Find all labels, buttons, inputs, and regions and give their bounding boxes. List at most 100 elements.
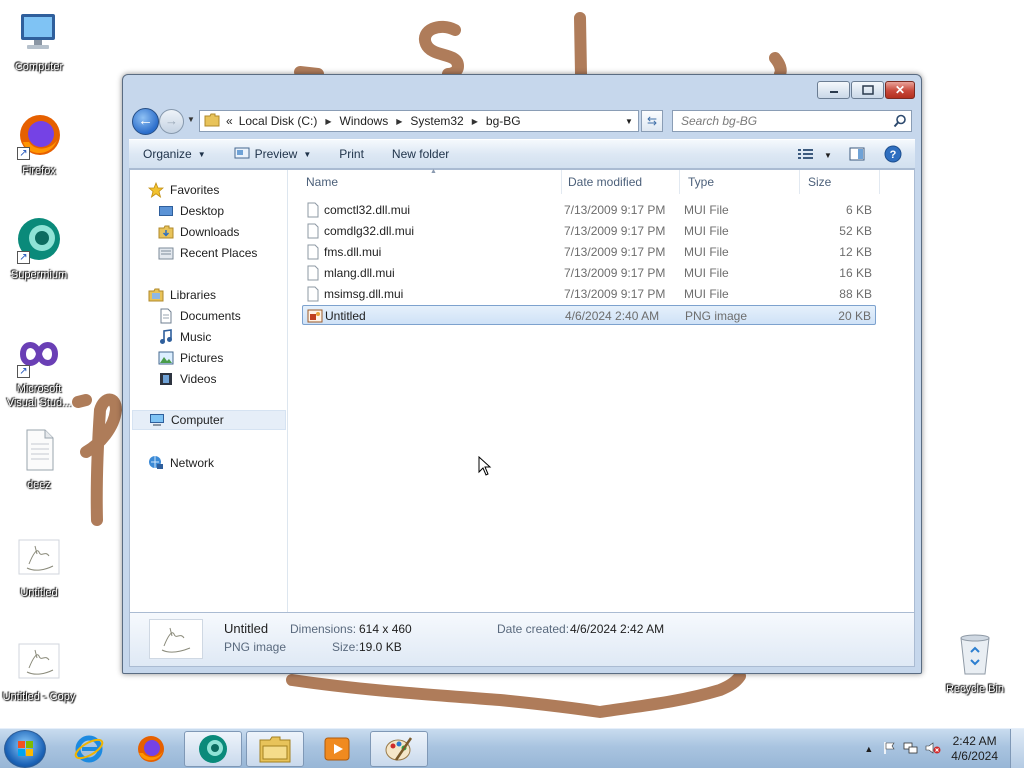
nav-videos[interactable]: Videos — [158, 369, 216, 389]
shortcut-arrow-icon: ↗ — [17, 147, 30, 160]
windows-explorer-icon — [259, 736, 291, 763]
nav-downloads[interactable]: Downloads — [158, 222, 239, 242]
desktop-icon-deez[interactable]: deez — [1, 426, 77, 492]
details-dimensions-label: Dimensions: — [290, 622, 357, 636]
nav-computer[interactable]: Computer — [132, 410, 286, 430]
file-date: 4/6/2024 2:40 AM — [565, 309, 660, 323]
desktop-icon-supermium[interactable]: ↗ Supermium — [1, 216, 77, 282]
breadcrumb-item-local-disk[interactable]: Local Disk (C:) — [239, 114, 318, 128]
taskbar-paint[interactable] — [370, 731, 428, 767]
search-input[interactable] — [681, 114, 881, 128]
breadcrumb-item-bg-bg[interactable]: bg-BG — [486, 114, 521, 128]
forward-button[interactable]: → — [159, 109, 184, 134]
navigation-pane[interactable]: Favorites Desktop Downloads Recent Place… — [130, 170, 288, 612]
text-file-icon — [15, 426, 63, 474]
nav-favorites[interactable]: Favorites — [148, 180, 219, 200]
file-size: 16 KB — [839, 266, 872, 280]
chevron-right-icon[interactable]: ▶ — [396, 117, 402, 126]
recent-places-icon — [158, 245, 174, 261]
nav-label: Music — [180, 330, 212, 344]
desktop-icon-recycle-bin[interactable]: Recycle Bin — [937, 630, 1013, 696]
file-row[interactable]: comctl32.dll.mui 7/13/2009 9:17 PM MUI F… — [302, 200, 876, 220]
desktop-icon-label: Untitled - Copy — [2, 691, 76, 703]
taskbar-windows-explorer[interactable] — [246, 731, 304, 767]
chevron-down-icon: ▼ — [197, 149, 206, 159]
show-desktop-button[interactable] — [1010, 729, 1024, 768]
nav-label: Recent Places — [180, 246, 258, 260]
refresh-button[interactable]: ⇆ — [641, 110, 663, 132]
desktop-icon-untitled[interactable]: Untitled — [1, 534, 77, 600]
file-name: Untitled — [325, 309, 366, 323]
system-tray: ▲ 2:42 AM 4/6/2024 — [864, 729, 1024, 768]
taskbar-internet-explorer[interactable] — [60, 731, 118, 767]
nav-desktop[interactable]: Desktop — [158, 201, 224, 221]
print-button[interactable]: Print — [325, 141, 378, 167]
taskbar-firefox[interactable] — [122, 731, 180, 767]
taskbar-supermium[interactable] — [184, 731, 242, 767]
breadcrumb-overflow[interactable]: « — [226, 114, 233, 128]
preview-pane-button[interactable] — [843, 143, 871, 167]
volume-muted-icon[interactable] — [925, 741, 941, 758]
organize-button[interactable]: Organize ▼ — [129, 141, 220, 167]
back-button[interactable]: ← — [132, 108, 159, 135]
clock[interactable]: 2:42 AM 4/6/2024 — [951, 734, 998, 764]
column-header-size[interactable]: Size — [800, 170, 880, 194]
search-box[interactable] — [672, 110, 912, 132]
supermium-icon — [199, 735, 227, 763]
chevron-down-icon[interactable]: ▼ — [824, 151, 832, 160]
back-arrow-icon: ← — [138, 112, 153, 129]
show-hidden-icons-button[interactable]: ▲ — [864, 744, 873, 754]
network-status-icon[interactable] — [903, 741, 919, 758]
breadcrumb-item-windows[interactable]: Windows — [340, 114, 389, 128]
title-bar[interactable]: ✕ — [123, 75, 921, 105]
explorer-window[interactable]: ✕ ← → ▼ « Local Disk (C:) ▶ Windows ▶ Sy… — [122, 74, 922, 674]
nav-libraries[interactable]: Libraries — [148, 285, 216, 305]
nav-documents[interactable]: Documents — [158, 306, 241, 326]
help-button[interactable]: ? — [879, 143, 907, 167]
desktop-icon-firefox[interactable]: ↗ Firefox — [1, 112, 77, 178]
chevron-right-icon[interactable]: ▶ — [472, 117, 478, 126]
file-row[interactable]: comdlg32.dll.mui 7/13/2009 9:17 PM MUI F… — [302, 221, 876, 241]
column-header-date[interactable]: Date modified — [560, 170, 680, 194]
column-header-name[interactable]: ▲ Name — [298, 168, 562, 194]
nav-music[interactable]: Music — [158, 327, 211, 347]
preview-pane-icon — [849, 147, 865, 164]
file-row[interactable]: msimsg.dll.mui 7/13/2009 9:17 PM MUI Fil… — [302, 284, 876, 304]
details-size-label: Size: — [332, 640, 359, 654]
search-icon[interactable] — [893, 114, 907, 131]
desktop-icon-computer[interactable]: Computer — [1, 8, 77, 74]
supermium-icon: ↗ — [15, 216, 63, 264]
desktop-icon-label: Computer — [14, 61, 64, 73]
start-button[interactable] — [4, 730, 46, 768]
file-row[interactable]: mlang.dll.mui 7/13/2009 9:17 PM MUI File… — [302, 263, 876, 283]
nav-network[interactable]: Network — [148, 453, 214, 473]
desktop-icon-visual-studio[interactable]: ↗ Microsoft Visual Stud... — [1, 330, 77, 410]
address-dropdown-button[interactable]: ▼ — [620, 111, 638, 131]
nav-pictures[interactable]: Pictures — [158, 348, 223, 368]
documents-icon — [158, 308, 174, 324]
chevron-right-icon[interactable]: ▶ — [325, 117, 331, 126]
breadcrumb-item-system32[interactable]: System32 — [410, 114, 463, 128]
taskbar-media-player[interactable] — [308, 731, 366, 767]
address-bar[interactable]: « Local Disk (C:) ▶ Windows ▶ System32 ▶… — [199, 110, 639, 132]
file-row[interactable]: fms.dll.mui 7/13/2009 9:17 PM MUI File 1… — [302, 242, 876, 262]
file-list[interactable]: ▲ Name Date modified Type Size comctl32.… — [288, 168, 914, 612]
desktop-icon-untitled-copy[interactable]: Untitled - Copy — [1, 638, 77, 704]
maximize-button[interactable] — [851, 81, 884, 99]
mui-file-icon — [306, 265, 320, 281]
file-row-selected[interactable]: Untitled 4/6/2024 2:40 AM PNG image 20 K… — [302, 305, 876, 325]
preview-button[interactable]: Preview ▼ — [220, 141, 326, 167]
new-folder-button[interactable]: New folder — [378, 141, 463, 167]
column-header-type[interactable]: Type — [680, 170, 800, 194]
windows-logo-icon — [18, 741, 33, 756]
minimize-button[interactable] — [817, 81, 850, 99]
change-view-button[interactable]: ▼ — [795, 143, 835, 167]
music-icon — [158, 329, 174, 345]
nav-recent-places[interactable]: Recent Places — [158, 243, 257, 263]
recent-pages-dropdown[interactable]: ▼ — [187, 115, 195, 124]
file-name: comdlg32.dll.mui — [324, 224, 415, 238]
action-center-flag-icon[interactable] — [883, 741, 897, 758]
close-button[interactable]: ✕ — [885, 81, 915, 99]
mui-file-icon — [306, 286, 320, 302]
chevron-down-icon: ▼ — [303, 149, 312, 159]
